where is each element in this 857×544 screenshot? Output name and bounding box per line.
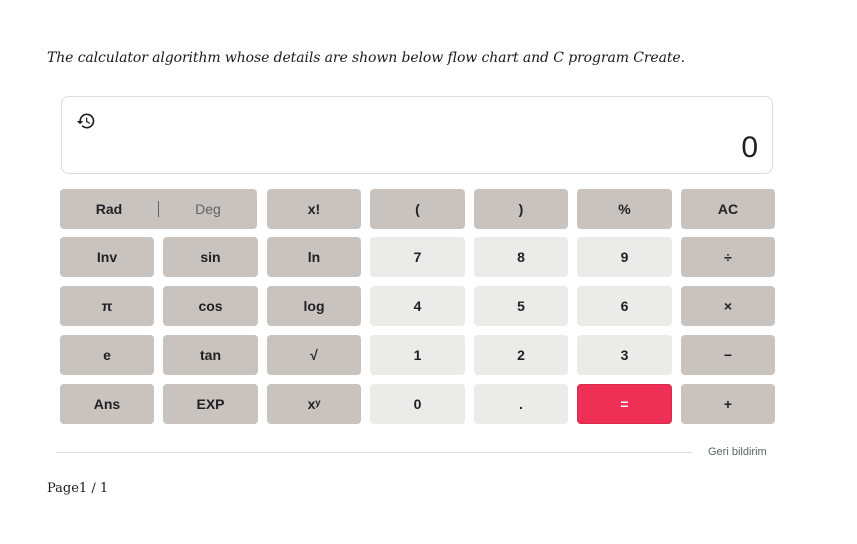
keypad: Rad Deg x! ( ) % AC Inv sin ln 7 8 9 ÷ π… <box>60 189 775 424</box>
deg-button[interactable]: Deg <box>159 201 257 217</box>
ln-button[interactable]: ln <box>267 237 361 277</box>
sqrt-button[interactable]: √ <box>267 335 361 375</box>
digit-5-button[interactable]: 5 <box>474 286 568 326</box>
digit-6-button[interactable]: 6 <box>577 286 672 326</box>
equals-button[interactable]: = <box>577 384 672 424</box>
history-icon[interactable] <box>76 111 96 131</box>
digit-2-button[interactable]: 2 <box>474 335 568 375</box>
digit-1-button[interactable]: 1 <box>370 335 465 375</box>
footer-divider <box>56 452 692 453</box>
tan-button[interactable]: tan <box>163 335 258 375</box>
log-button[interactable]: log <box>267 286 361 326</box>
rad-button[interactable]: Rad <box>60 201 158 217</box>
ans-button[interactable]: Ans <box>60 384 154 424</box>
factorial-button[interactable]: x! <box>267 189 361 229</box>
page-heading: The calculator algorithm whose details a… <box>47 50 685 66</box>
multiply-button[interactable]: × <box>681 286 775 326</box>
angle-mode-toggle: Rad Deg <box>60 189 257 229</box>
minus-button[interactable]: − <box>681 335 775 375</box>
divide-button[interactable]: ÷ <box>681 237 775 277</box>
open-paren-button[interactable]: ( <box>370 189 465 229</box>
plus-button[interactable]: + <box>681 384 775 424</box>
digit-0-button[interactable]: 0 <box>370 384 465 424</box>
e-button[interactable]: e <box>60 335 154 375</box>
calculator-display: 0 <box>61 96 773 174</box>
clear-button[interactable]: AC <box>681 189 775 229</box>
power-button[interactable]: xʸ <box>267 384 361 424</box>
pi-button[interactable]: π <box>60 286 154 326</box>
cos-button[interactable]: cos <box>163 286 258 326</box>
close-paren-button[interactable]: ) <box>474 189 568 229</box>
decimal-point-button[interactable]: . <box>474 384 568 424</box>
percent-button[interactable]: % <box>577 189 672 229</box>
page-indicator: Page1 / 1 <box>47 481 109 496</box>
digit-8-button[interactable]: 8 <box>474 237 568 277</box>
display-value: 0 <box>741 131 758 164</box>
inv-button[interactable]: Inv <box>60 237 154 277</box>
exp-button[interactable]: EXP <box>163 384 258 424</box>
digit-7-button[interactable]: 7 <box>370 237 465 277</box>
feedback-link[interactable]: Geri bildirim <box>708 446 767 458</box>
digit-4-button[interactable]: 4 <box>370 286 465 326</box>
digit-3-button[interactable]: 3 <box>577 335 672 375</box>
sin-button[interactable]: sin <box>163 237 258 277</box>
digit-9-button[interactable]: 9 <box>577 237 672 277</box>
